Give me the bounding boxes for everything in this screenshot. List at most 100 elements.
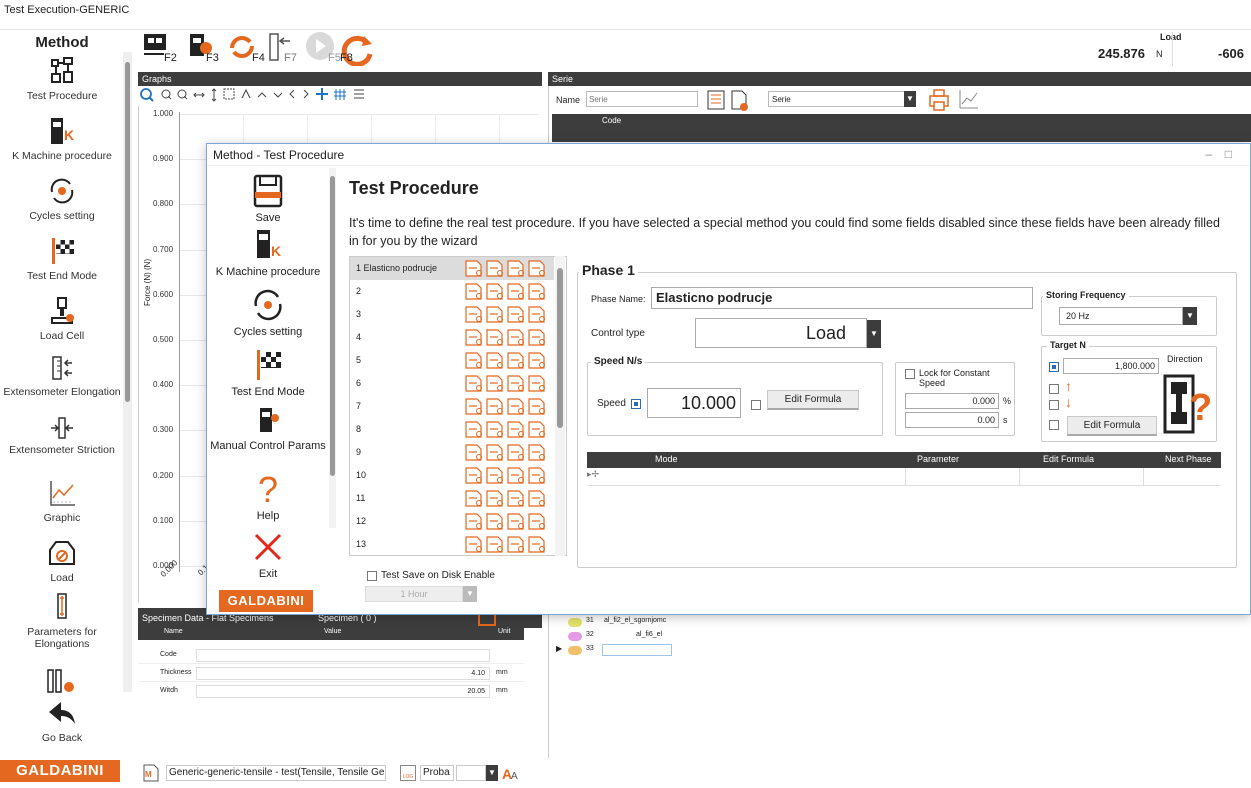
sidebar-item-parameters-for-elongations[interactable]: Parameters for Elongations: [0, 592, 124, 650]
chevron-down-icon[interactable]: ▼: [904, 91, 916, 107]
speed-input[interactable]: 10.000: [647, 388, 741, 418]
phase-list-item[interactable]: 3: [350, 303, 554, 326]
storing-frequency-select[interactable]: 20 Hz: [1059, 307, 1183, 325]
phase-list-item[interactable]: 4: [350, 326, 554, 349]
dialog-k-machine-button[interactable]: K K Machine procedure: [207, 228, 329, 279]
sidebar-item-test-procedure[interactable]: Test Procedure: [0, 56, 124, 102]
phase-list-item[interactable]: 9: [350, 441, 554, 464]
speed-edit-formula-button[interactable]: Edit Formula: [767, 390, 859, 410]
f2-button[interactable]: F2: [140, 30, 177, 69]
dialog-cycles-button[interactable]: Cycles setting: [207, 288, 329, 339]
chevron-down-icon[interactable]: ▼: [1183, 307, 1197, 325]
save-on-disk-checkbox[interactable]: [367, 571, 377, 581]
f8-button[interactable]: F8: [338, 30, 378, 69]
minimize-icon[interactable]: –: [1205, 147, 1212, 161]
method-name-field[interactable]: Generic-generic-tensile - test(Tensile, …: [166, 765, 386, 781]
table-row[interactable]: Witdh 20.05 mm: [138, 684, 524, 700]
f5-button[interactable]: F5: [304, 30, 341, 69]
series-code-editor[interactable]: [602, 644, 672, 656]
phase-list-item[interactable]: 7: [350, 395, 554, 418]
sidebar-item-load[interactable]: Load: [0, 538, 124, 584]
phase-list-item[interactable]: 8: [350, 418, 554, 441]
save-interval-select[interactable]: 1 Hour: [365, 586, 463, 602]
sidebar-label: Extensometer Striction: [9, 444, 115, 456]
target-input[interactable]: 1,800.000: [1063, 358, 1159, 374]
dialog-exit-button[interactable]: Exit: [207, 530, 329, 581]
sidebar-item-test-end-mode[interactable]: Test End Mode: [0, 236, 124, 282]
f3-button[interactable]: F3: [184, 30, 219, 69]
graph-tools-icon[interactable]: [138, 86, 438, 104]
maximize-icon[interactable]: □: [1225, 147, 1232, 161]
specimen-field-value[interactable]: [196, 649, 490, 662]
speed-formula-checkbox[interactable]: [751, 400, 761, 410]
serie-icons[interactable]: [706, 89, 756, 111]
phase-list-item[interactable]: 11: [350, 487, 554, 510]
print-chart-icons[interactable]: [926, 88, 982, 112]
lock-constant-speed-checkbox[interactable]: [905, 369, 915, 379]
graph-ytick: 0.200: [153, 470, 174, 480]
lock-percent-input[interactable]: 0.000: [905, 393, 999, 409]
chevron-down-icon[interactable]: ▼: [867, 320, 881, 348]
target-formula-checkbox[interactable]: [1049, 420, 1059, 430]
lock-seconds-input[interactable]: 0.00: [905, 412, 999, 428]
specimen-field-value[interactable]: 4.10: [196, 667, 490, 680]
phase-list-item[interactable]: 5: [350, 349, 554, 372]
serie-name-input[interactable]: [586, 91, 698, 107]
dialog-save-button[interactable]: Save: [207, 174, 329, 225]
sidebar-item-extensometer-elongation[interactable]: Extensometer Elongation: [0, 354, 124, 398]
phase-name-input[interactable]: Elasticno podrucje: [651, 287, 1033, 309]
specimen-field-value[interactable]: 20.05: [196, 685, 490, 698]
table-row[interactable]: Thickness 4.10 mm: [138, 666, 524, 682]
control-type-select[interactable]: Load: [695, 318, 867, 348]
dialog-nav-scroll-thumb[interactable]: [330, 176, 335, 476]
phase-list-item[interactable]: 2: [350, 280, 554, 303]
dialog-nav-scrollbar[interactable]: [329, 168, 336, 528]
table-row[interactable]: 31 al_fi2_el_sgornjomc: [552, 616, 672, 629]
target-title: Target N: [1047, 340, 1089, 350]
sidebar-item-cycles-setting[interactable]: Cycles setting: [0, 176, 124, 222]
phase-action-icons[interactable]: [464, 536, 550, 555]
direction-up-checkbox[interactable]: [1049, 384, 1059, 394]
chevron-down-icon[interactable]: ▼: [486, 765, 498, 781]
extensometer-striction-icon: [51, 417, 73, 439]
target-radio[interactable]: [1049, 362, 1059, 372]
phase-list-item[interactable]: 13: [350, 533, 554, 555]
serie-rows: 31 al_fi2_el_sgornjomc 32 al_fi6_el ▶ 33: [552, 616, 672, 658]
sidebar-item-tools[interactable]: [44, 666, 80, 699]
sidebar-header: Method: [35, 34, 89, 51]
target-edit-formula-button[interactable]: Edit Formula: [1067, 416, 1157, 436]
mode-table-new-row[interactable]: ▸✢: [587, 468, 1221, 486]
sidebar-scroll-thumb[interactable]: [125, 62, 130, 402]
series-number: 31: [586, 617, 594, 624]
f4-button[interactable]: F4: [226, 30, 265, 69]
proba-field[interactable]: Proba: [420, 765, 454, 781]
sidebar-item-k-machine-procedure[interactable]: K K Machine procedure: [0, 116, 124, 162]
dialog-nav-label: Test End Mode: [231, 386, 305, 398]
phase-list-scroll-thumb[interactable]: [557, 268, 563, 428]
phase-list-scrollbar[interactable]: [555, 256, 565, 556]
table-row[interactable]: Code: [138, 648, 524, 664]
phase-list-item[interactable]: 10: [350, 464, 554, 487]
speed-radio[interactable]: [631, 399, 641, 409]
phase-list-item[interactable]: 6: [350, 372, 554, 395]
sidebar-item-go-back[interactable]: Go Back: [0, 698, 124, 744]
sidebar-scrollbar[interactable]: [123, 52, 132, 692]
f7-button[interactable]: F7: [266, 30, 300, 69]
table-row[interactable]: 32 al_fi6_el: [552, 630, 672, 643]
phase-list-item[interactable]: 1 Elasticno podrucje: [350, 257, 554, 280]
direction-down-checkbox[interactable]: [1049, 400, 1059, 410]
proba-select[interactable]: [456, 765, 486, 781]
table-row[interactable]: ▶ 33: [552, 644, 672, 657]
sidebar-item-extensometer-striction[interactable]: Extensometer Striction: [0, 416, 124, 456]
dialog-manual-control-button[interactable]: Manual Control Params: [207, 406, 329, 453]
chevron-down-icon[interactable]: ▼: [463, 586, 477, 602]
serie-dropdown[interactable]: Serie: [768, 91, 916, 107]
font-size-icon[interactable]: AA: [502, 764, 520, 782]
sidebar-item-graphic[interactable]: Graphic: [0, 478, 124, 524]
row-pointer-icon: ▶: [556, 644, 563, 653]
dialog-test-end-mode-button[interactable]: Test End Mode: [207, 348, 329, 399]
sidebar-item-load-cell[interactable]: Load Cell: [0, 296, 124, 342]
dialog-help-button[interactable]: ? Help: [207, 470, 329, 523]
phase-list-item[interactable]: 12: [350, 510, 554, 533]
log-icon[interactable]: LOG: [400, 765, 416, 781]
